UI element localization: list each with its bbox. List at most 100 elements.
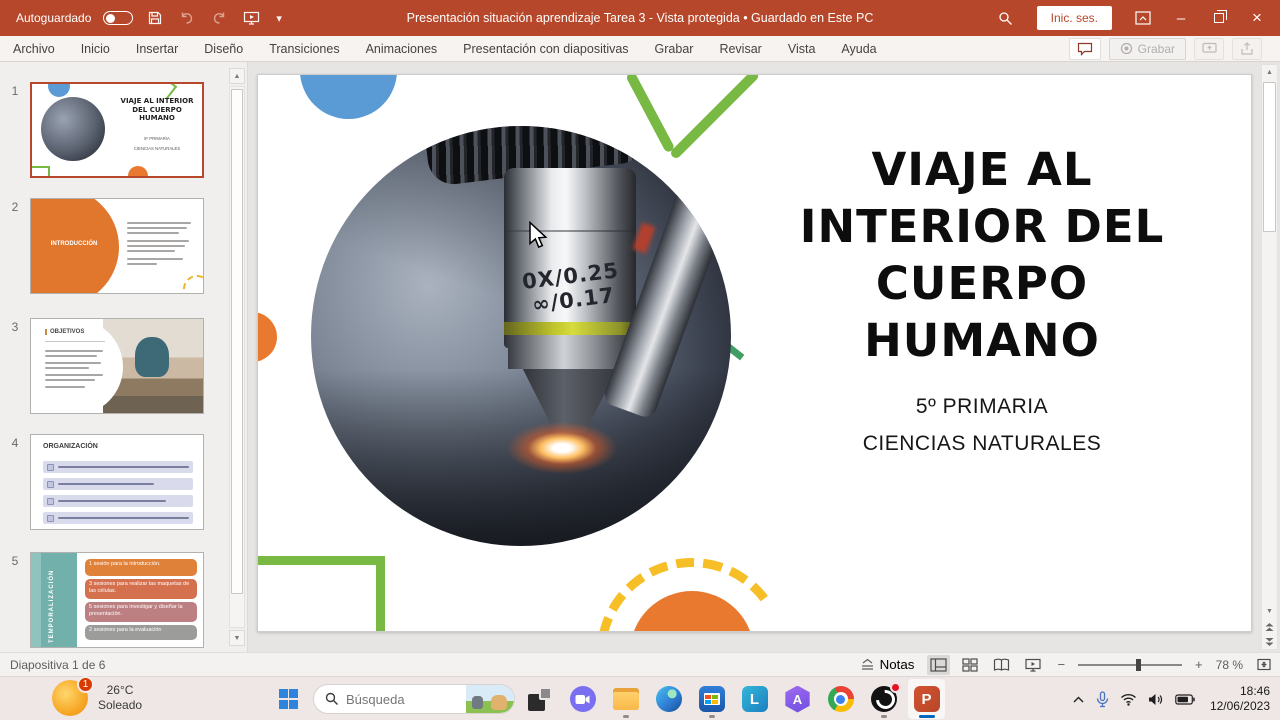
mini-subtitle-2: CIENCIAS NATURALES [133,146,181,152]
previous-slide-button[interactable] [1262,619,1277,634]
tab-diseno[interactable]: Diseño [191,36,256,61]
slide-subtitle-2[interactable]: CIENCIAS NATURALES [758,432,1206,456]
scroll-down-button[interactable]: ▼ [229,630,245,646]
scroll-up-button[interactable]: ▲ [1262,65,1277,80]
volume-icon[interactable] [1148,693,1164,706]
minimize-button[interactable]: – [1164,3,1198,33]
qat-customize-caret-icon[interactable]: ▾ [274,10,284,27]
slide-thumbnail-1-selected[interactable]: VIAJE AL INTERIOR DEL CUERPO HUMANO 5º P… [30,82,204,178]
slide-thumbnail-5[interactable]: TEMPORALIZACIÓN 1 sesión para la introdu… [30,552,204,648]
reading-view-button[interactable] [990,655,1013,675]
tab-inicio[interactable]: Inicio [68,36,123,61]
microsoft-store-icon[interactable] [693,679,730,719]
slide-thumbnail-3[interactable]: OBJETIVOS [30,318,204,414]
scrollbar-thumb[interactable] [231,89,243,594]
tab-grabar[interactable]: Grabar [642,36,707,61]
start-button[interactable] [270,679,307,719]
share-button[interactable] [1232,37,1262,60]
tab-vista[interactable]: Vista [775,36,829,61]
wifi-icon[interactable] [1120,693,1137,706]
file-explorer-icon[interactable] [607,679,644,719]
camera-icon [569,686,596,712]
restore-button[interactable] [1202,3,1236,33]
zoom-slider-thumb[interactable] [1136,658,1142,671]
microphone-icon[interactable] [1096,690,1109,708]
sign-in-button[interactable]: Inic. ses. [1036,6,1112,30]
mini-heading: ORGANIZACIÓN [43,443,98,450]
list-icon [47,480,54,488]
record-button[interactable]: Grabar [1108,37,1186,60]
comments-button[interactable] [1068,37,1101,60]
search-highlight-pets-image[interactable] [466,685,514,713]
close-button[interactable]: × [1240,3,1274,33]
list-icon [47,463,54,471]
notes-toggle[interactable]: Notas [860,657,914,672]
slideshow-view-button[interactable] [1022,655,1044,675]
decorative-dashed-arc [183,275,203,293]
slide-canvas: 0X/0.25 ∞/0.17 VIAJE AL INTERIOR DEL CUE… [248,62,1280,652]
tab-insertar[interactable]: Insertar [123,36,191,61]
search-input[interactable] [346,691,446,707]
tab-archivo[interactable]: Archivo [0,36,68,61]
tab-ayuda[interactable]: Ayuda [828,36,889,61]
present-in-teams-button[interactable] [1194,37,1224,60]
text-line [127,258,183,260]
zoom-in-button[interactable]: + [1195,657,1203,672]
slide-1[interactable]: 0X/0.25 ∞/0.17 VIAJE AL INTERIOR DEL CUE… [257,74,1252,632]
search-icon[interactable] [989,3,1023,33]
weather-widget[interactable]: 1 26°C Soleado [52,676,142,716]
scroll-up-button[interactable]: ▲ [229,68,245,84]
autosave-toggle[interactable] [103,11,134,25]
tab-presentacion[interactable]: Presentación con diapositivas [450,36,641,61]
thumbnail-row-2: 2 INTRODUCCIÓN [0,198,204,294]
tab-animaciones[interactable]: Animaciones [353,36,451,61]
task-view-icon[interactable] [521,679,558,719]
canvas-scrollbar[interactable]: ▲ ▼ [1261,64,1278,650]
slide-title[interactable]: VIAJE AL INTERIOR DEL CUERPO HUMANO [758,141,1206,369]
tray-overflow-chevron-icon[interactable] [1072,695,1085,704]
app-icon-l[interactable]: L [736,679,773,719]
obs-studio-icon[interactable] [865,679,902,719]
video-meeting-app-icon[interactable] [564,679,601,719]
scrollbar-thumb[interactable] [1263,82,1276,232]
text-line [45,362,101,364]
slide-thumbnail-4[interactable]: ORGANIZACIÓN [30,434,204,530]
store-bag-icon [698,686,725,712]
microsoft-edge-icon[interactable] [650,679,687,719]
start-slideshow-icon[interactable] [241,8,262,28]
slide-subtitle-1[interactable]: 5º PRIMARIA [758,395,1206,419]
scroll-down-button[interactable]: ▼ [1262,604,1277,619]
mini-heading: OBJETIVOS [45,329,84,335]
mini-timeline-row-4: 2 sesiones para la evaluación [85,625,197,640]
text-line [127,263,157,265]
redo-icon[interactable] [209,8,229,28]
save-icon[interactable] [145,8,165,28]
slide-sorter-view-button[interactable] [959,655,981,675]
thumbnail-panel-scrollbar[interactable]: ▲ ▼ [229,68,245,646]
weather-temperature: 26°C [106,683,134,697]
google-chrome-icon[interactable] [822,679,859,719]
app-icon-hexagon-a[interactable]: A [779,679,816,719]
zoom-out-button[interactable]: − [1057,657,1065,672]
zoom-slider[interactable] [1078,658,1183,671]
battery-icon[interactable] [1175,693,1195,705]
ribbon-display-options-icon[interactable] [1126,3,1160,33]
tab-transiciones[interactable]: Transiciones [256,36,352,61]
taskbar-search[interactable] [313,684,515,714]
zoom-level[interactable]: 78 % [1216,658,1243,672]
fit-slide-to-window-button[interactable] [1256,657,1272,672]
text-line [45,355,97,357]
slide-thumbnail-2[interactable]: INTRODUCCIÓN [30,198,204,294]
powerpoint-icon-active[interactable]: P [908,679,945,719]
chrome-icon [827,686,854,712]
obs-icon [870,682,901,712]
tab-revisar[interactable]: Revisar [706,36,774,61]
undo-icon[interactable] [177,8,197,28]
clock-widget[interactable]: 18:46 12/06/2023 [1210,684,1270,714]
next-slide-button[interactable] [1262,634,1277,649]
mouse-cursor [529,221,548,249]
slide-number: 3 [11,320,19,334]
microscope-photo[interactable]: 0X/0.25 ∞/0.17 [311,126,731,546]
normal-view-button[interactable] [927,654,951,675]
scrollbar-track[interactable] [229,86,245,628]
